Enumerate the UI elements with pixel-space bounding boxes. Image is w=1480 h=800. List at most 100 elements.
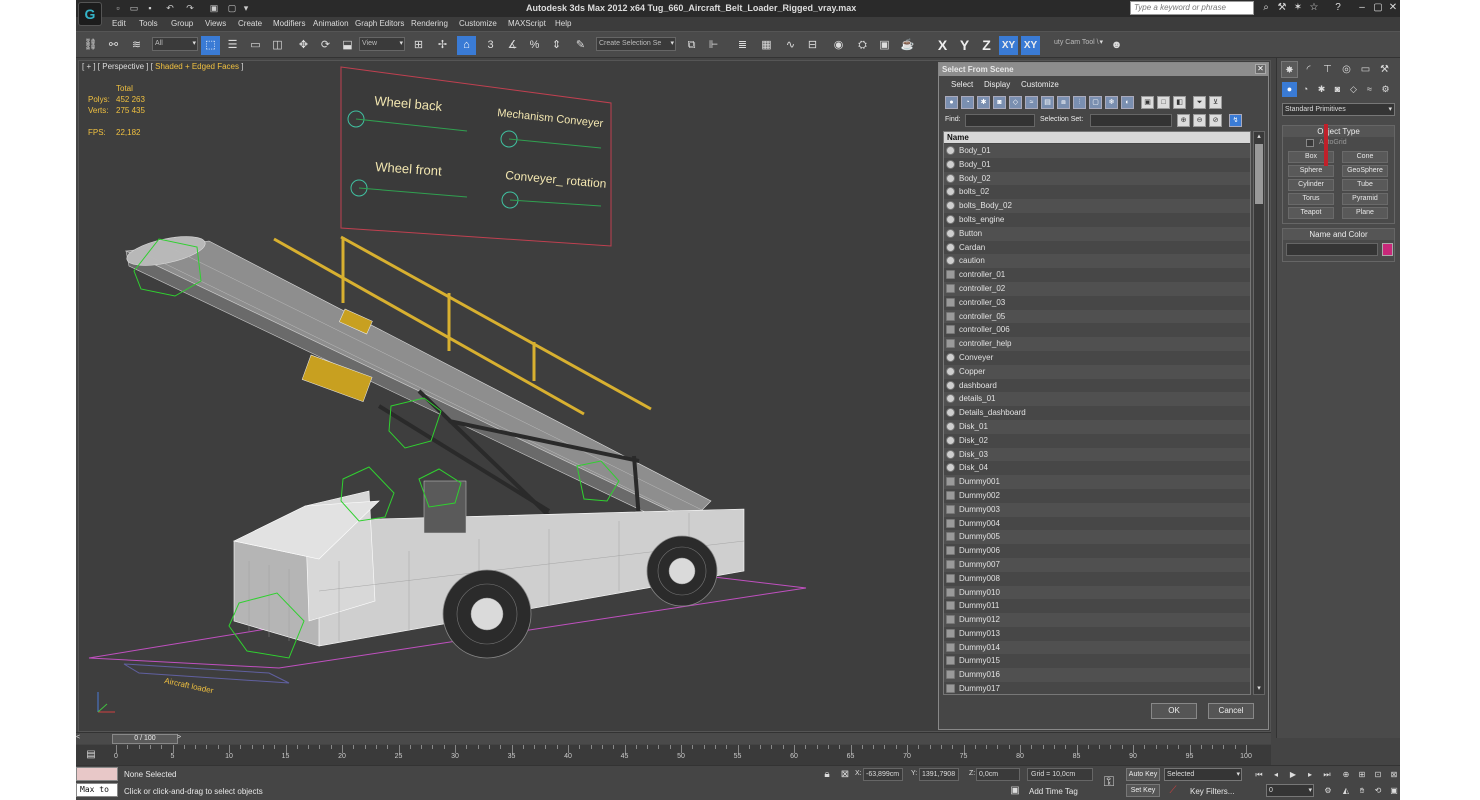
list-item[interactable]: controller_006 bbox=[944, 323, 1250, 337]
time-next-icon[interactable]: > bbox=[177, 734, 187, 744]
render-production-icon[interactable]: ☕ bbox=[898, 36, 917, 55]
communication-icon[interactable]: ✶ bbox=[1291, 1, 1305, 15]
app-logo-icon[interactable]: G bbox=[78, 2, 102, 26]
percent-snap-button[interactable]: % bbox=[525, 36, 544, 55]
select-none-icon[interactable]: □ bbox=[1157, 96, 1170, 109]
menu-edit[interactable]: Edit bbox=[112, 19, 126, 28]
display-geometry-icon[interactable]: ● bbox=[945, 96, 958, 109]
reference-coordinate-dropdown[interactable]: View bbox=[359, 37, 405, 51]
find-wildcard-icon[interactable]: ⊖ bbox=[1193, 114, 1206, 127]
menu-customize[interactable]: Customize bbox=[459, 19, 497, 28]
mini-curve-editor-icon[interactable]: ▤ bbox=[80, 745, 102, 763]
orbit-icon[interactable]: ⟲ bbox=[1371, 784, 1385, 797]
render-setup-icon[interactable]: ⛭ bbox=[853, 36, 872, 55]
sync-selection-icon[interactable]: ↯ bbox=[1229, 114, 1242, 127]
menu-graph-editors[interactable]: Graph Editors bbox=[355, 19, 404, 28]
list-item[interactable]: Disk_03 bbox=[944, 447, 1250, 462]
display-containers-icon[interactable]: ▢ bbox=[1089, 96, 1102, 109]
list-item[interactable]: Details_dashboard bbox=[944, 406, 1250, 420]
lights-category-icon[interactable]: ✱ bbox=[1314, 82, 1329, 97]
list-item[interactable]: Dummy005 bbox=[944, 530, 1250, 545]
hierarchy-tab-icon[interactable]: ⊤ bbox=[1319, 61, 1336, 78]
scroll-down-icon[interactable]: ▾ bbox=[1254, 684, 1264, 694]
find-input[interactable] bbox=[965, 114, 1035, 127]
zoom-all-icon[interactable]: ⊞ bbox=[1355, 768, 1369, 781]
zoom-extents-icon[interactable]: ⊡ bbox=[1371, 768, 1385, 781]
menu-modifiers[interactable]: Modifiers bbox=[273, 19, 305, 28]
list-scrollbar[interactable]: ▴ ▾ bbox=[1253, 131, 1265, 695]
pyramid-button[interactable]: Pyramid bbox=[1342, 193, 1388, 205]
project-folder-icon[interactable]: ▢ bbox=[226, 2, 238, 14]
menu-help[interactable]: Help bbox=[555, 19, 571, 28]
spinner-snap-icon[interactable]: ⇕ bbox=[547, 36, 566, 55]
menu-animation[interactable]: Animation bbox=[313, 19, 349, 28]
find-case-sensitive-icon[interactable]: ⊕ bbox=[1177, 114, 1190, 127]
auto-key-button[interactable]: Auto Key bbox=[1126, 768, 1160, 781]
cancel-button[interactable]: Cancel bbox=[1208, 703, 1254, 719]
track-bar[interactable]: ▤ 0 5 10 15 20 25 30 35 40 45 50 55 60 65 70 75 80 85 90 95… bbox=[76, 745, 1271, 765]
list-item[interactable]: Dummy014 bbox=[944, 640, 1250, 655]
list-item[interactable]: caution bbox=[944, 254, 1250, 269]
list-item[interactable]: Disk_04 bbox=[944, 461, 1250, 475]
help-icon[interactable]: ? bbox=[1331, 1, 1345, 15]
maximize-viewport-icon[interactable]: ▣ bbox=[1387, 784, 1400, 797]
find-regex-icon[interactable]: ⊘ bbox=[1209, 114, 1222, 127]
set-key-button[interactable]: Set Key bbox=[1126, 784, 1160, 797]
tube-button[interactable]: Tube bbox=[1342, 179, 1388, 191]
name-and-color-title[interactable]: Name and Color bbox=[1283, 229, 1394, 240]
dialog-close-button[interactable]: ✕ bbox=[1255, 64, 1266, 74]
list-item[interactable]: Dummy006 bbox=[944, 544, 1250, 558]
list-item[interactable]: controller_03 bbox=[944, 296, 1250, 310]
keyboard-shortcut-override-icon[interactable]: ⌂ bbox=[457, 36, 476, 55]
display-bones-icon[interactable]: ⫶ bbox=[1073, 96, 1086, 109]
pan-view-icon[interactable]: ✋︎ bbox=[1355, 784, 1369, 797]
list-item[interactable]: controller_help bbox=[944, 337, 1250, 351]
display-xrefs-icon[interactable]: ⧈ bbox=[1057, 96, 1070, 109]
previous-frame-icon[interactable]: ◂ bbox=[1269, 768, 1283, 781]
bind-spacewarp-icon[interactable]: ≋ bbox=[127, 36, 146, 55]
filter-icon[interactable]: ⏷ bbox=[1193, 96, 1206, 109]
named-selection-dropdown[interactable]: Create Selection Se bbox=[596, 37, 676, 51]
material-editor-icon[interactable]: ◉ bbox=[829, 36, 848, 55]
mirror-icon[interactable]: ⧉ bbox=[682, 36, 701, 55]
list-item[interactable]: controller_01 bbox=[944, 268, 1250, 282]
edit-named-selection-icon[interactable]: ✎ bbox=[571, 36, 590, 55]
cylinder-button[interactable]: Cylinder bbox=[1288, 179, 1334, 191]
geometry-category-icon[interactable]: ● bbox=[1282, 82, 1297, 97]
redo-icon[interactable]: ↷ bbox=[184, 2, 196, 14]
list-item[interactable]: bolts_engine bbox=[944, 213, 1250, 227]
display-groups-icon[interactable]: ▤ bbox=[1041, 96, 1054, 109]
display-cameras-icon[interactable]: ◙ bbox=[993, 96, 1006, 109]
modify-tab-icon[interactable]: ◜ bbox=[1300, 61, 1317, 78]
time-slider[interactable]: < 0 / 100 > bbox=[76, 732, 1271, 744]
select-object-button[interactable]: ⬚ bbox=[201, 36, 220, 55]
menu-create[interactable]: Create bbox=[238, 19, 262, 28]
invert-selection-icon[interactable]: ◧ bbox=[1173, 96, 1186, 109]
list-item[interactable]: Button bbox=[944, 226, 1250, 241]
list-item[interactable]: Body_01 bbox=[944, 144, 1250, 158]
cone-button[interactable]: Cone bbox=[1342, 151, 1388, 163]
favorites-icon[interactable]: ☆ bbox=[1307, 1, 1321, 15]
menu-group[interactable]: Group bbox=[171, 19, 193, 28]
list-item[interactable]: Dummy004 bbox=[944, 517, 1250, 531]
dialog-menu-select[interactable]: Select bbox=[951, 80, 973, 89]
quick-access-dropdown-icon[interactable]: ▾ bbox=[240, 2, 252, 14]
object-color-swatch[interactable] bbox=[1382, 243, 1393, 256]
time-slider-handle[interactable]: 0 / 100 bbox=[112, 734, 178, 744]
undo-icon[interactable]: ↶ bbox=[164, 2, 176, 14]
extra-tool-label[interactable]: uty Cam Tool \ bbox=[1052, 37, 1104, 51]
scroll-thumb[interactable] bbox=[1255, 144, 1263, 204]
open-file-icon[interactable]: ▭ bbox=[128, 2, 140, 14]
zoom-icon[interactable]: ⊕ bbox=[1339, 768, 1353, 781]
maxscript-listener-input[interactable]: Max to bbox=[76, 783, 118, 797]
z-coordinate-field[interactable]: 0,0cm bbox=[976, 768, 1020, 781]
scroll-up-icon[interactable]: ▴ bbox=[1254, 132, 1264, 142]
select-by-name-icon[interactable]: ☰ bbox=[223, 36, 242, 55]
axis-xy-button[interactable]: XY bbox=[999, 36, 1018, 55]
menu-maxscript[interactable]: MAXScript bbox=[508, 19, 546, 28]
axis-x-button[interactable]: X bbox=[933, 36, 952, 55]
list-item[interactable]: bolts_02 bbox=[944, 185, 1250, 199]
list-item[interactable]: Disk_02 bbox=[944, 434, 1250, 448]
time-configuration-icon[interactable]: ⚙ bbox=[1321, 784, 1335, 797]
list-item[interactable]: Cardan bbox=[944, 241, 1250, 255]
